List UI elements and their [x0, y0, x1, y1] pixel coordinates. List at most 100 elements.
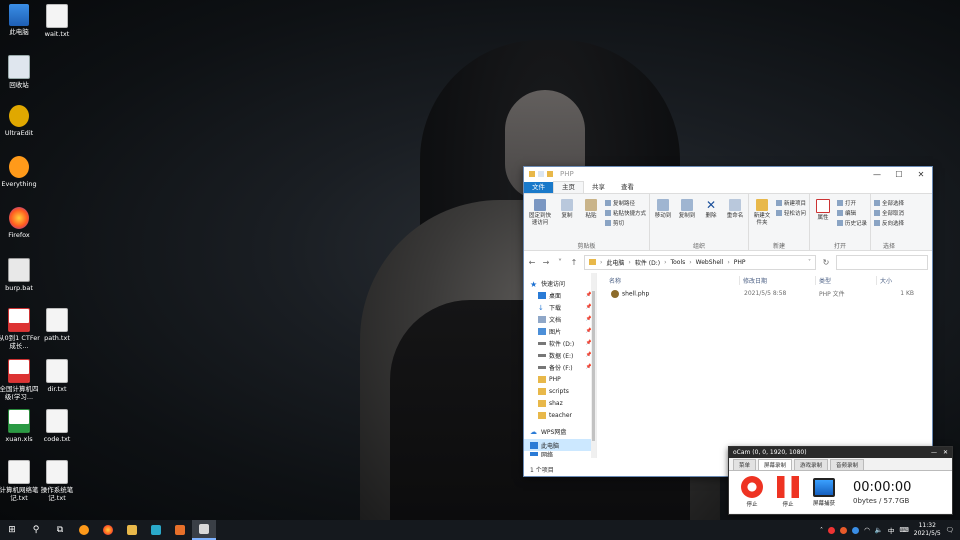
tab-share[interactable]: 共享: [584, 182, 613, 193]
easy-access-button[interactable]: 轻松访问: [776, 209, 806, 217]
desktop-icon-code-txt[interactable]: code.txt: [35, 409, 79, 443]
minimize-button[interactable]: —: [866, 170, 888, 179]
nav-item-pictures[interactable]: 图片 📌: [524, 325, 596, 337]
forward-arrow-icon[interactable]: →: [542, 258, 550, 267]
explorer-title-bar[interactable]: PHP — ☐ ✕: [524, 167, 932, 181]
notification-icon[interactable]: 🗨: [946, 526, 954, 534]
ocam-tab-screen-record[interactable]: 屏幕录制: [758, 459, 793, 470]
tab-view[interactable]: 查看: [613, 182, 642, 193]
taskbar-burp[interactable]: [168, 520, 192, 540]
properties-button[interactable]: 属性: [813, 196, 833, 241]
open-button[interactable]: 打开: [837, 199, 867, 207]
tab-home[interactable]: 主页: [553, 181, 584, 193]
address-bar[interactable]: › 此电脑 › 软件 (D:) › Tools › WebShell › PHP ˅: [584, 254, 816, 270]
delete-button[interactable]: ✕ 删除: [701, 196, 721, 241]
history-button[interactable]: 历史记录: [837, 219, 867, 227]
ocam-tab-game-record[interactable]: 游戏录制: [794, 459, 829, 470]
back-arrow-icon[interactable]: ←: [528, 258, 536, 267]
breadcrumb-this-pc[interactable]: 此电脑: [606, 258, 624, 267]
taskbar-app[interactable]: [144, 520, 168, 540]
nav-wps-cloud[interactable]: ☁ WPS网盘: [524, 425, 596, 437]
ocam-tab-menu[interactable]: 菜单: [733, 459, 757, 470]
desktop-icon-recycle-bin[interactable]: 回收站: [0, 55, 41, 89]
nav-item-documents[interactable]: 文档 📌: [524, 313, 596, 325]
up-arrow-icon[interactable]: ↑: [570, 258, 578, 267]
nav-item-drive-d[interactable]: 软件 (D:) 📌: [524, 337, 596, 349]
tray-app-icon[interactable]: [840, 526, 848, 534]
close-button[interactable]: ✕: [910, 170, 932, 179]
refresh-icon[interactable]: ↻: [822, 258, 830, 267]
breadcrumb-webshell[interactable]: WebShell: [696, 259, 724, 266]
nav-item-desktop[interactable]: 桌面 📌: [524, 289, 596, 301]
nav-item-drive-e[interactable]: 数据 (E:) 📌: [524, 349, 596, 361]
keyboard-icon[interactable]: ⌨: [899, 526, 908, 534]
taskbar-ocam[interactable]: [192, 520, 216, 540]
new-folder-icon[interactable]: [547, 171, 553, 177]
ocam-tab-audio-record[interactable]: 音频录制: [830, 459, 865, 470]
new-folder-button[interactable]: 新建文件夹: [752, 196, 772, 241]
file-list[interactable]: 名称 修改日期 类型 大小 shell.php 2021/5/5 8:58 PH…: [597, 273, 932, 458]
desktop-icon-ultraedit[interactable]: UltraEdit: [0, 105, 41, 137]
file-explorer-window[interactable]: PHP — ☐ ✕ 文件 主页 共享 查看 固定到快速访问 复制 粘贴 复制路径…: [523, 166, 933, 477]
screen-capture-button[interactable]: 屏幕捕获: [811, 477, 837, 507]
nav-item-drive-f[interactable]: 备份 (F:) 📌: [524, 361, 596, 373]
nav-item-php[interactable]: PHP: [524, 373, 596, 385]
desktop-icon-os-notes[interactable]: 操作系统笔记.txt: [35, 460, 79, 502]
new-item-button[interactable]: 新建项目: [776, 199, 806, 207]
pin-quick-access-button[interactable]: 固定到快速访问: [527, 196, 553, 241]
pause-button[interactable]: 停止: [775, 476, 801, 508]
column-size[interactable]: 大小: [877, 276, 918, 285]
search-input[interactable]: [836, 254, 928, 270]
taskbar-everything[interactable]: [72, 520, 96, 540]
nav-this-pc[interactable]: 此电脑: [524, 439, 596, 451]
close-button[interactable]: ✕: [943, 449, 948, 456]
desktop-icon-everything[interactable]: Everything: [0, 156, 41, 188]
taskbar-firefox[interactable]: [96, 520, 120, 540]
nav-item-scripts[interactable]: scripts: [524, 385, 596, 397]
chevron-up-icon[interactable]: ˄: [820, 526, 823, 534]
column-date[interactable]: 修改日期: [740, 275, 816, 285]
move-to-button[interactable]: 移动到: [653, 196, 673, 241]
properties-icon[interactable]: [538, 171, 544, 177]
copy-button[interactable]: 复制: [557, 196, 577, 241]
desktop-icon-path-txt[interactable]: path.txt: [35, 308, 79, 342]
invert-selection-button[interactable]: 反向选择: [874, 219, 904, 227]
ocam-title-bar[interactable]: oCam (0, 0, 1920, 1080) — ✕: [729, 447, 952, 458]
copy-path-button[interactable]: 复制路径: [605, 199, 646, 207]
network-icon[interactable]: ◠: [864, 526, 870, 534]
copy-to-button[interactable]: 复制到: [677, 196, 697, 241]
nav-scrollbar[interactable]: [591, 273, 596, 458]
nav-item-downloads[interactable]: ↓ 下载 📌: [524, 301, 596, 313]
chevron-down-icon[interactable]: ˅: [556, 258, 564, 267]
nav-item-teacher[interactable]: teacher: [524, 409, 596, 421]
desktop-icon-wait-txt[interactable]: wait.txt: [35, 4, 79, 38]
task-view-button[interactable]: ⧉: [48, 520, 72, 540]
select-all-button[interactable]: 全部选择: [874, 199, 904, 207]
breadcrumb-php[interactable]: PHP: [734, 259, 746, 266]
desktop-icon-burp-bat[interactable]: burp.bat: [0, 258, 41, 292]
clock[interactable]: 11:32 2021/5/5: [914, 522, 941, 538]
paste-button[interactable]: 粘贴: [581, 196, 601, 241]
maximize-button[interactable]: ☐: [888, 170, 910, 179]
search-button[interactable]: ⚲: [24, 520, 48, 540]
recording-icon[interactable]: [828, 526, 836, 534]
column-name[interactable]: 名称: [609, 275, 740, 285]
edit-button[interactable]: 编辑: [837, 209, 867, 217]
tab-file[interactable]: 文件: [524, 182, 553, 193]
desktop-icon-dir-txt[interactable]: dir.txt: [35, 359, 79, 393]
minimize-button[interactable]: —: [931, 449, 937, 456]
volume-icon[interactable]: 🔈: [875, 526, 883, 534]
start-button[interactable]: ⊞: [0, 520, 24, 540]
stop-record-button[interactable]: 停止: [739, 476, 765, 508]
column-type[interactable]: 类型: [816, 275, 877, 285]
rename-button[interactable]: 重命名: [725, 196, 745, 241]
paste-shortcut-button[interactable]: 粘贴快捷方式: [605, 209, 646, 217]
cut-button[interactable]: 剪切: [605, 219, 646, 227]
table-row[interactable]: shell.php 2021/5/5 8:58 PHP 文件 1 KB: [609, 287, 932, 300]
ocam-window[interactable]: oCam (0, 0, 1920, 1080) — ✕ 菜单 屏幕录制 游戏录制 …: [728, 446, 953, 515]
nav-quick-access[interactable]: ★ 快速访问: [524, 277, 596, 289]
taskbar-file-explorer[interactable]: [120, 520, 144, 540]
nav-item-shaz[interactable]: shaz: [524, 397, 596, 409]
breadcrumb-drive-d[interactable]: 软件 (D:): [635, 258, 660, 267]
breadcrumb-tools[interactable]: Tools: [670, 259, 685, 266]
